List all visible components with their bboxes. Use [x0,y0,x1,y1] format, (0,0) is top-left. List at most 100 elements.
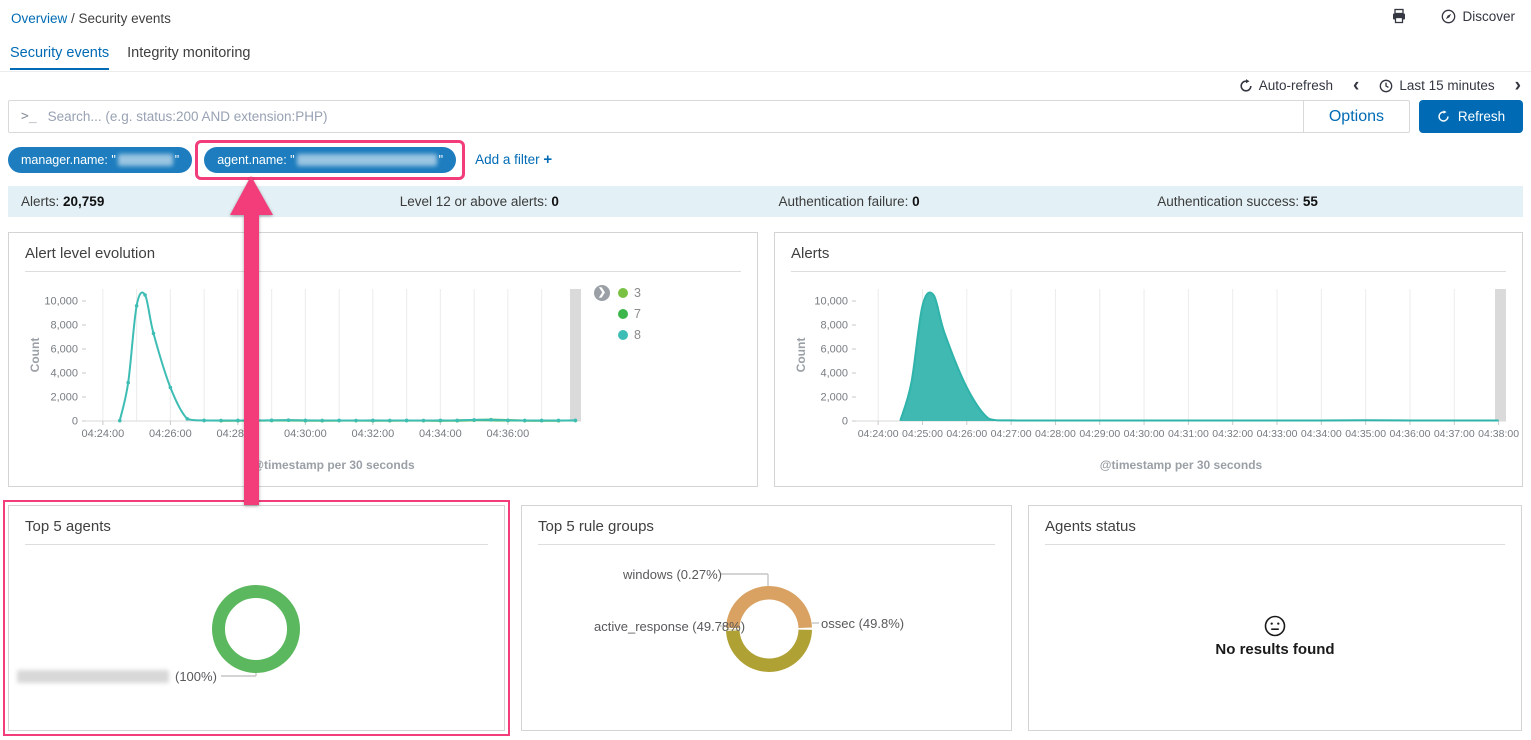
discover-link[interactable]: Discover [1441,9,1515,24]
filter-pill-manager-name[interactable]: manager.name: " " [8,147,192,173]
time-range-picker[interactable]: Last 15 minutes [1379,78,1494,93]
auto-refresh-button[interactable]: Auto-refresh [1239,78,1333,93]
print-button[interactable] [1391,8,1407,24]
legend-dot-7 [618,309,628,319]
legend-dot-8 [618,330,628,340]
svg-text:@timestamp per 30 seconds: @timestamp per 30 seconds [252,458,415,472]
search-row: >_ Options Refresh [8,100,1523,133]
svg-text:10,000: 10,000 [44,296,78,308]
filter-pill-agent-suffix: " [439,153,443,167]
filter-pill-agent-name[interactable]: agent.name: " " [204,147,456,173]
stat-auth-success-value: 55 [1303,194,1318,209]
redacted-agent-value [297,154,437,166]
refresh-button[interactable]: Refresh [1419,100,1523,133]
agent-slice-label: (100%) [15,669,217,684]
stat-level12-label: Level 12 or above alerts: [400,194,548,209]
legend-item-7[interactable]: 7 [594,303,641,324]
svg-text:04:24:00: 04:24:00 [81,428,124,440]
search-input[interactable] [46,101,1303,132]
svg-text:04:37:00: 04:37:00 [1434,428,1475,440]
agent-slice-percent: (100%) [175,669,217,684]
header-actions: Discover [1391,8,1515,24]
panel-title-alerts: Alerts [791,245,1506,272]
stat-alerts: Alerts: 20,759 [8,194,387,209]
redacted-manager-value [118,154,173,166]
refresh-button-label: Refresh [1458,109,1505,124]
legend-dot-3 [618,288,628,298]
svg-text:04:26:00: 04:26:00 [946,428,987,440]
svg-text:2,000: 2,000 [820,392,848,404]
svg-text:04:31:00: 04:31:00 [1168,428,1209,440]
no-results-text: No results found [1215,641,1334,658]
search-box: >_ Options [8,100,1410,133]
security-events-dashboard: Overview / Security events Discover Secu… [0,0,1531,740]
stats-bar: Alerts: 20,759 Level 12 or above alerts:… [8,186,1523,217]
svg-text:04:24:00: 04:24:00 [858,428,899,440]
alert-level-evolution-chart[interactable]: 02,0004,0006,0008,00010,00004:24:0004:26… [13,277,589,477]
svg-text:04:32:00: 04:32:00 [351,428,394,440]
svg-text:0: 0 [842,416,848,428]
svg-text:04:28:00: 04:28:00 [1035,428,1076,440]
svg-text:04:28:00: 04:28:00 [216,428,259,440]
stat-auth-success: Authentication success: 55 [1144,194,1523,209]
svg-text:0: 0 [72,416,78,428]
chart-legend: ❯ 3 7 8 [594,282,641,345]
stat-level12: Level 12 or above alerts: 0 [387,194,766,209]
top5-agents-body: (100%) [9,545,504,727]
charts-row: Alert level evolution 0 2,000 4,000 6,000 8,… [8,232,1523,487]
svg-text:Count: Count [28,338,42,373]
filter-bar: manager.name: " " agent.name: " " Add a … [8,139,552,180]
panel-title-agents-status: Agents status [1045,518,1505,545]
svg-text:04:34:00: 04:34:00 [419,428,462,440]
panel-agents-status: Agents status No results found [1028,505,1522,731]
add-filter-button[interactable]: Add a filter + [475,151,552,168]
query-prompt-icon: >_ [9,101,46,132]
legend-expand-button[interactable]: ❯ [594,285,610,301]
options-button[interactable]: Options [1303,101,1409,132]
top5-agents-donut-chart[interactable] [9,545,504,727]
svg-text:04:25:00: 04:25:00 [902,428,943,440]
panel-title-top5-agents: Top 5 agents [25,518,488,545]
svg-text:2,000: 2,000 [50,392,78,404]
breadcrumb-overview-link[interactable]: Overview [11,11,67,26]
svg-text:4,000: 4,000 [820,368,848,380]
svg-text:10,000: 10,000 [814,296,848,308]
panel-title-alert-level-evolution: Alert level evolution [25,245,741,272]
printer-icon [1391,8,1407,24]
legend-item-3[interactable]: ❯ 3 [594,282,641,303]
panel-top5-rule-groups: Top 5 rule groups windows (0.27%) active… [521,505,1012,731]
plus-icon: + [543,151,552,168]
tab-integrity-monitoring[interactable]: Integrity monitoring [127,45,250,70]
bottom-row: Top 5 agents (100%) Top 5 rule groups wi… [8,505,1522,731]
svg-text:04:30:00: 04:30:00 [284,428,327,440]
svg-text:04:26:00: 04:26:00 [149,428,192,440]
top5-rule-groups-body: windows (0.27%) active_response (49.78%)… [522,545,1011,727]
svg-text:8,000: 8,000 [50,320,78,332]
stat-auth-failure-value: 0 [912,194,920,209]
tab-security-events[interactable]: Security events [10,45,109,70]
stat-auth-failure: Authentication failure: 0 [766,194,1145,209]
alerts-chart[interactable]: 02,0004,0006,0008,00010,00004:24:0004:25… [779,277,1519,477]
svg-text:04:36:00: 04:36:00 [486,428,529,440]
top5-rule-groups-donut-chart[interactable] [522,545,1011,727]
tab-bar: Security events Integrity monitoring [10,45,250,70]
breadcrumb-separator: / [71,11,79,26]
stat-auth-success-label: Authentication success: [1157,194,1299,209]
slice-label-windows: windows (0.27%) [623,567,722,582]
svg-text:04:33:00: 04:33:00 [1257,428,1298,440]
svg-text:04:35:00: 04:35:00 [1345,428,1386,440]
time-toolbar: Auto-refresh ‹ Last 15 minutes › [1239,76,1521,95]
svg-text:04:34:00: 04:34:00 [1301,428,1342,440]
tabs-divider [0,71,1531,72]
breadcrumb: Overview / Security events [11,11,171,26]
svg-text:04:38:00: 04:38:00 [1478,428,1519,440]
time-prev-button[interactable]: ‹ [1353,76,1359,95]
time-next-button[interactable]: › [1515,76,1521,95]
stat-auth-failure-label: Authentication failure: [779,194,909,209]
legend-item-8[interactable]: 8 [594,324,641,345]
svg-text:6,000: 6,000 [50,344,78,356]
svg-text:6,000: 6,000 [820,344,848,356]
filter-pill-agent-prefix: agent.name: " [217,153,294,167]
filter-pill-manager-prefix: manager.name: " [21,153,116,167]
slice-label-ossec: ossec (49.8%) [821,616,904,631]
